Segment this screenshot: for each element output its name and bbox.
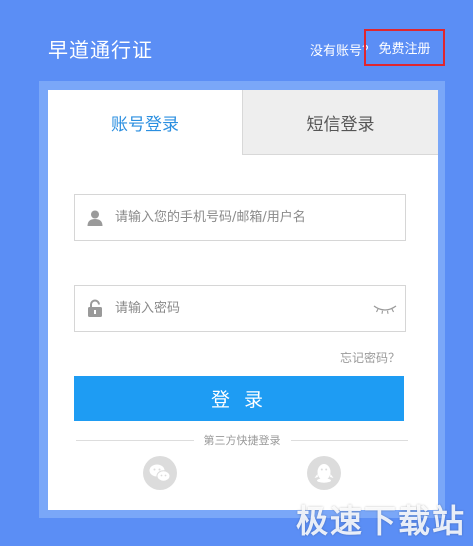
wechat-login-button[interactable] [142,455,178,491]
user-icon [75,195,115,240]
qq-icon [307,456,341,490]
eye-closed-icon[interactable] [365,286,405,331]
divider-line [290,439,408,441]
tab-account-login-label: 账号登录 [111,115,179,135]
divider-line [76,439,194,441]
tab-sms-login-label: 短信登录 [306,114,375,135]
wechat-icon [143,456,177,490]
username-field [74,194,406,241]
username-input[interactable] [115,195,405,240]
tab-account-login[interactable]: 账号登录 [48,90,242,155]
lock-icon [75,286,115,331]
third-party-label: 第三方快捷登录 [203,434,281,447]
register-link[interactable]: 免费注册 [364,29,445,66]
password-input[interactable] [115,286,365,331]
watermark-logo: 极速下载站 [296,502,467,540]
qq-login-button[interactable] [306,455,342,491]
login-button[interactable]: 登 录 [74,376,404,421]
register-label: 免费注册 [378,42,431,57]
tab-sms-login[interactable]: 短信登录 [242,90,438,155]
forgot-password-link[interactable]: 忘记密码？ [340,349,400,366]
password-field [74,285,406,332]
third-party-divider: 第三方快捷登录 [76,431,408,449]
login-card: 账号登录 短信登录 请输入您的手机号码/邮箱/用户名 忘记密码？ 登 录 第三方… [48,90,438,510]
app-title: 早道通行证 [48,38,153,62]
